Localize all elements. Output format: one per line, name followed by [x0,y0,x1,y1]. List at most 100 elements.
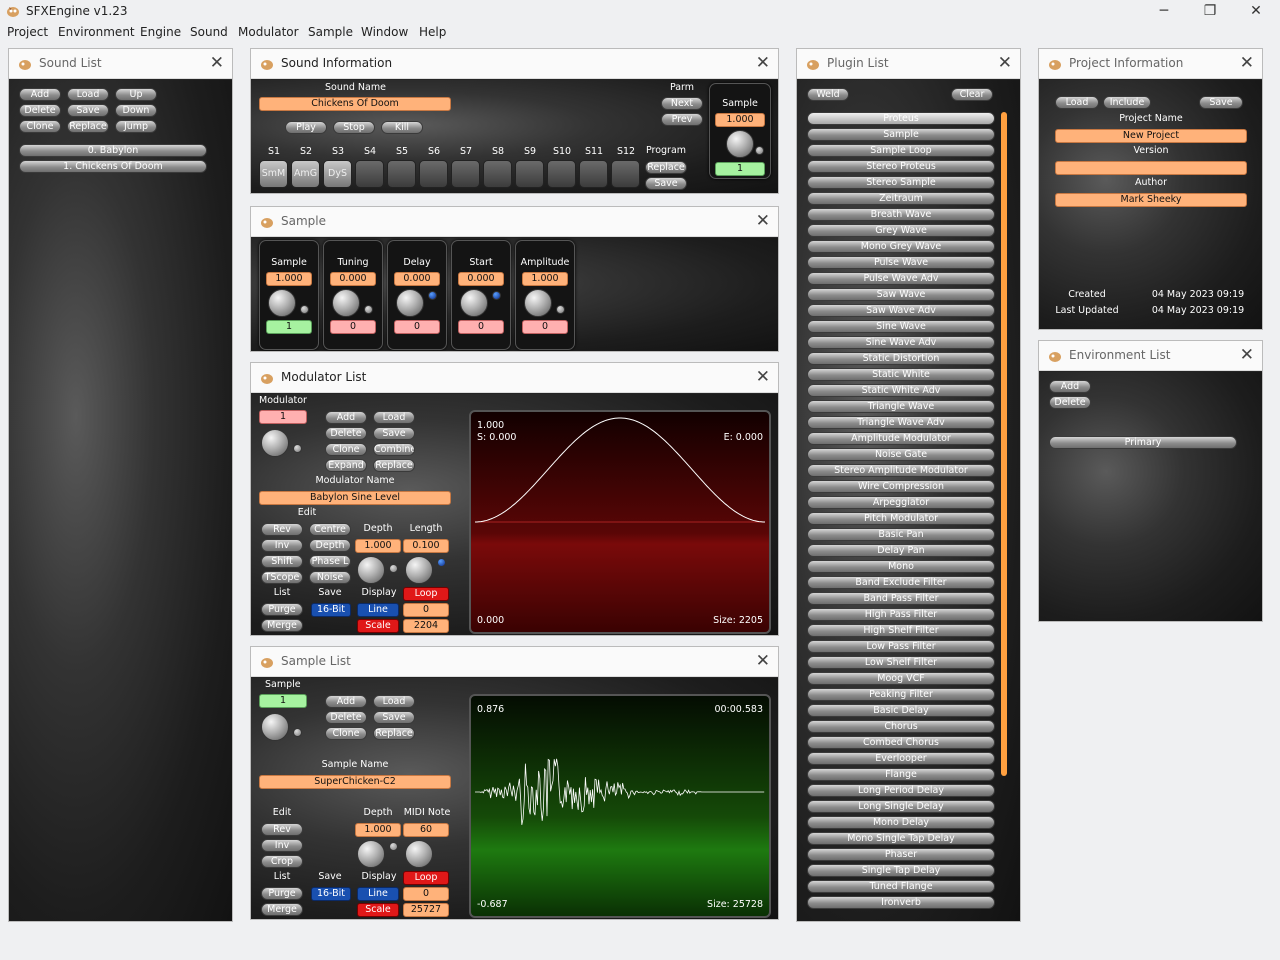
delete-modulator-button[interactable]: Delete [325,427,367,440]
depth-field[interactable]: 1.000 [355,823,401,837]
modulator-scope[interactable]: 1.000 S: 0.000 E: 0.000 0.000 Size: 2205 [469,410,771,634]
sample-slot[interactable] [419,160,448,188]
centre-button[interactable]: Centre [309,523,351,536]
length-field[interactable]: 0.100 [403,539,449,553]
add-sample-button[interactable]: Add [325,695,367,708]
plugin-list-item[interactable]: Mono Grey Wave [807,240,995,253]
plugin-list-item[interactable]: Tuned Flange [807,880,995,893]
sound-name-field[interactable]: Chickens Of Doom [259,97,451,111]
plugin-list-item[interactable]: Sine Wave Adv [807,336,995,349]
menu-window[interactable]: Window [361,25,408,39]
line-value-field[interactable]: 0 [403,603,449,617]
plugin-list-item[interactable]: Breath Wave [807,208,995,221]
param-knob[interactable] [460,289,488,317]
param-index-field[interactable]: 0 [394,320,440,334]
plugin-list-item[interactable]: Low Shelf Filter [807,656,995,669]
scale-toggle[interactable]: Scale [357,903,399,917]
close-icon[interactable]: ✕ [1233,0,1279,22]
line-toggle[interactable]: Line [357,603,399,617]
add-modulator-button[interactable]: Add [325,411,367,424]
project-name-field[interactable]: New Project [1055,129,1247,143]
purge-button[interactable]: Purge [261,603,303,616]
prev-button[interactable]: Prev [661,113,703,126]
close-icon[interactable]: ✕ [1240,52,1254,74]
plugin-list-item[interactable]: Grey Wave [807,224,995,237]
clear-button[interactable]: Clear [951,88,993,101]
stop-button[interactable]: Stop [333,121,375,134]
16-bit-toggle[interactable]: 16-Bit [311,887,351,901]
add-environment-button[interactable]: Add [1049,380,1091,393]
next-button[interactable]: Next [661,97,703,110]
plugin-list-item[interactable]: Low Pass Filter [807,640,995,653]
scale-value-field[interactable]: 25727 [403,903,449,917]
inv-button[interactable]: Inv [261,839,303,852]
modulator-knob[interactable] [261,429,289,457]
load-sample-button[interactable]: Load [373,695,415,708]
sample-slot[interactable]: DyS [323,160,352,188]
param-index-field[interactable]: 0 [458,320,504,334]
load-modulator-button[interactable]: Load [373,411,415,424]
merge-button[interactable]: Merge [261,619,303,632]
plugin-list-item[interactable]: Single Tap Delay [807,864,995,877]
plugin-list-item[interactable]: Static White [807,368,995,381]
replace-sound-button[interactable]: Replace [67,120,109,133]
param-knob[interactable] [268,289,296,317]
plugin-list-item[interactable]: Proteus [807,112,995,125]
plugin-scrollbar[interactable] [1001,112,1007,776]
author-field[interactable]: Mark Sheeky [1055,193,1247,207]
sample-slot[interactable] [483,160,512,188]
plugin-list-item[interactable]: Arpeggiator [807,496,995,509]
save-program-button[interactable]: Save [645,177,687,190]
plugin-list-item[interactable]: Pulse Wave Adv [807,272,995,285]
midi-note-field[interactable]: 60 [403,823,449,837]
param-index-field[interactable]: 0 [330,320,376,334]
plugin-list-item[interactable]: Band Pass Filter [807,592,995,605]
replace-modulator-button[interactable]: Replace [373,459,415,472]
length-knob[interactable] [405,556,433,584]
expand-modulator-button[interactable]: Expand [325,459,367,472]
delete-environment-button[interactable]: Delete [1049,396,1091,409]
sample-scope[interactable]: 0.876 00:00.583 -0.687 Size: 25728 [469,694,771,918]
noise-button[interactable]: Noise [309,571,351,584]
weld-button[interactable]: Weld [807,88,849,101]
plugin-list-item[interactable]: Basic Delay [807,704,995,717]
plugin-list-item[interactable]: High Shelf Filter [807,624,995,637]
sample-knob[interactable] [261,713,289,741]
sample-slot[interactable] [387,160,416,188]
menu-help[interactable]: Help [419,25,446,39]
plugin-list-item[interactable]: Sample [807,128,995,141]
sample-index-field[interactable]: 1 [259,694,307,708]
plugin-list-item[interactable]: Chorus [807,720,995,733]
plugin-list-item[interactable]: Delay Pan [807,544,995,557]
line-toggle[interactable]: Line [357,887,399,901]
plugin-list-item[interactable]: Moog VCF [807,672,995,685]
plugin-list-item[interactable]: Amplitude Modulator [807,432,995,445]
play-button[interactable]: Play [285,121,327,134]
close-icon[interactable]: ✕ [756,650,770,672]
loop-toggle[interactable]: Loop [403,587,449,601]
plugin-list-item[interactable]: Peaking Filter [807,688,995,701]
close-icon[interactable]: ✕ [998,52,1012,74]
down-button[interactable]: Down [115,104,157,117]
clone-sound-button[interactable]: Clone [19,120,61,133]
plugin-list-item[interactable]: Combed Chorus [807,736,995,749]
param-value-field[interactable]: 0.000 [458,272,504,286]
plugin-list-item[interactable]: Static White Adv [807,384,995,397]
save-sound-button[interactable]: Save [67,104,109,117]
sample-slot[interactable]: SmM [259,160,288,188]
sample-value-field[interactable]: 1.000 [715,113,765,127]
depth-knob[interactable] [357,556,385,584]
param-value-field[interactable]: 0.000 [330,272,376,286]
depth-field[interactable]: 1.000 [355,539,401,553]
plugin-list-item[interactable]: Mono Delay [807,816,995,829]
plugin-list-item[interactable]: Stereo Proteus [807,160,995,173]
depth-button[interactable]: Depth [309,539,351,552]
plugin-list-item[interactable]: Mono Single Tap Delay [807,832,995,845]
loop-toggle[interactable]: Loop [403,871,449,885]
plugin-list-item[interactable]: Long Single Delay [807,800,995,813]
scale-value-field[interactable]: 2204 [403,619,449,633]
menu-sample[interactable]: Sample [308,25,353,39]
sample-slot[interactable] [515,160,544,188]
sample-slot[interactable] [451,160,480,188]
merge-button[interactable]: Merge [261,903,303,916]
